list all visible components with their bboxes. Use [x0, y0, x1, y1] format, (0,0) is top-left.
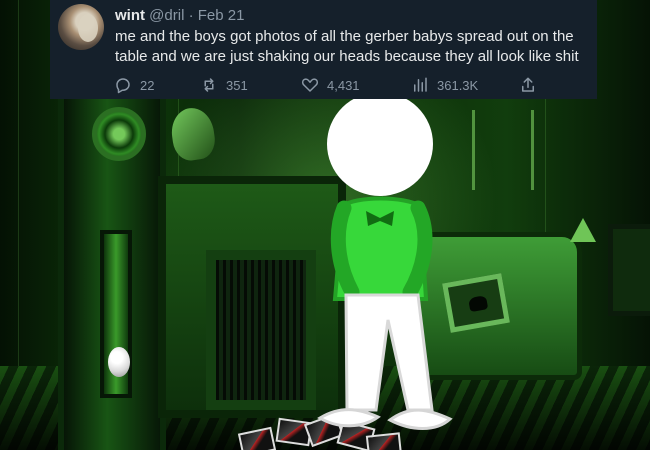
tweet-text: me and the boys got photos of all the ge… [115, 28, 579, 65]
bird-statue [168, 105, 218, 163]
meme-screenshot: wint @dril · Feb 21 me and the boys got … [0, 0, 650, 450]
handle[interactable]: @dril [149, 7, 184, 24]
tweet-header: wint @dril · Feb 21 [115, 6, 585, 26]
clock-face [92, 107, 146, 161]
reply-count: 22 [140, 77, 155, 93]
lamp-shade [570, 218, 596, 242]
avatar[interactable] [58, 4, 104, 50]
pendulum-ball [108, 347, 130, 377]
tweet-actions: 22 351 4,431 361.3K [114, 76, 537, 94]
retweet-icon [204, 78, 214, 92]
figure-head [327, 94, 433, 196]
white-pants [344, 293, 434, 412]
bar-chart-icon [414, 77, 427, 92]
view-count: 361.3K [437, 77, 479, 93]
left-shoe [317, 408, 381, 428]
reply-icon [116, 78, 130, 94]
share-icon [522, 77, 534, 92]
like-button[interactable]: 4,431 [301, 76, 360, 94]
right-shoe [387, 408, 453, 430]
candelabra [472, 110, 534, 190]
retweet-count: 351 [226, 77, 248, 93]
retweet-button[interactable]: 351 [200, 76, 248, 94]
like-count: 4,431 [327, 77, 360, 93]
reply-button[interactable]: 22 [114, 76, 154, 94]
share-button[interactable] [519, 76, 537, 94]
views-button[interactable]: 361.3K [411, 76, 478, 94]
photo [237, 426, 277, 450]
tweet-card[interactable]: wint @dril · Feb 21 me and the boys got … [50, 0, 597, 99]
tweet-date[interactable]: · Feb 21 [189, 7, 245, 24]
display-name[interactable]: wint [115, 7, 145, 24]
grandfather-clock [58, 95, 166, 450]
heart-icon [301, 78, 319, 92]
white-headed-figure [317, 94, 453, 430]
old-television [608, 224, 650, 316]
